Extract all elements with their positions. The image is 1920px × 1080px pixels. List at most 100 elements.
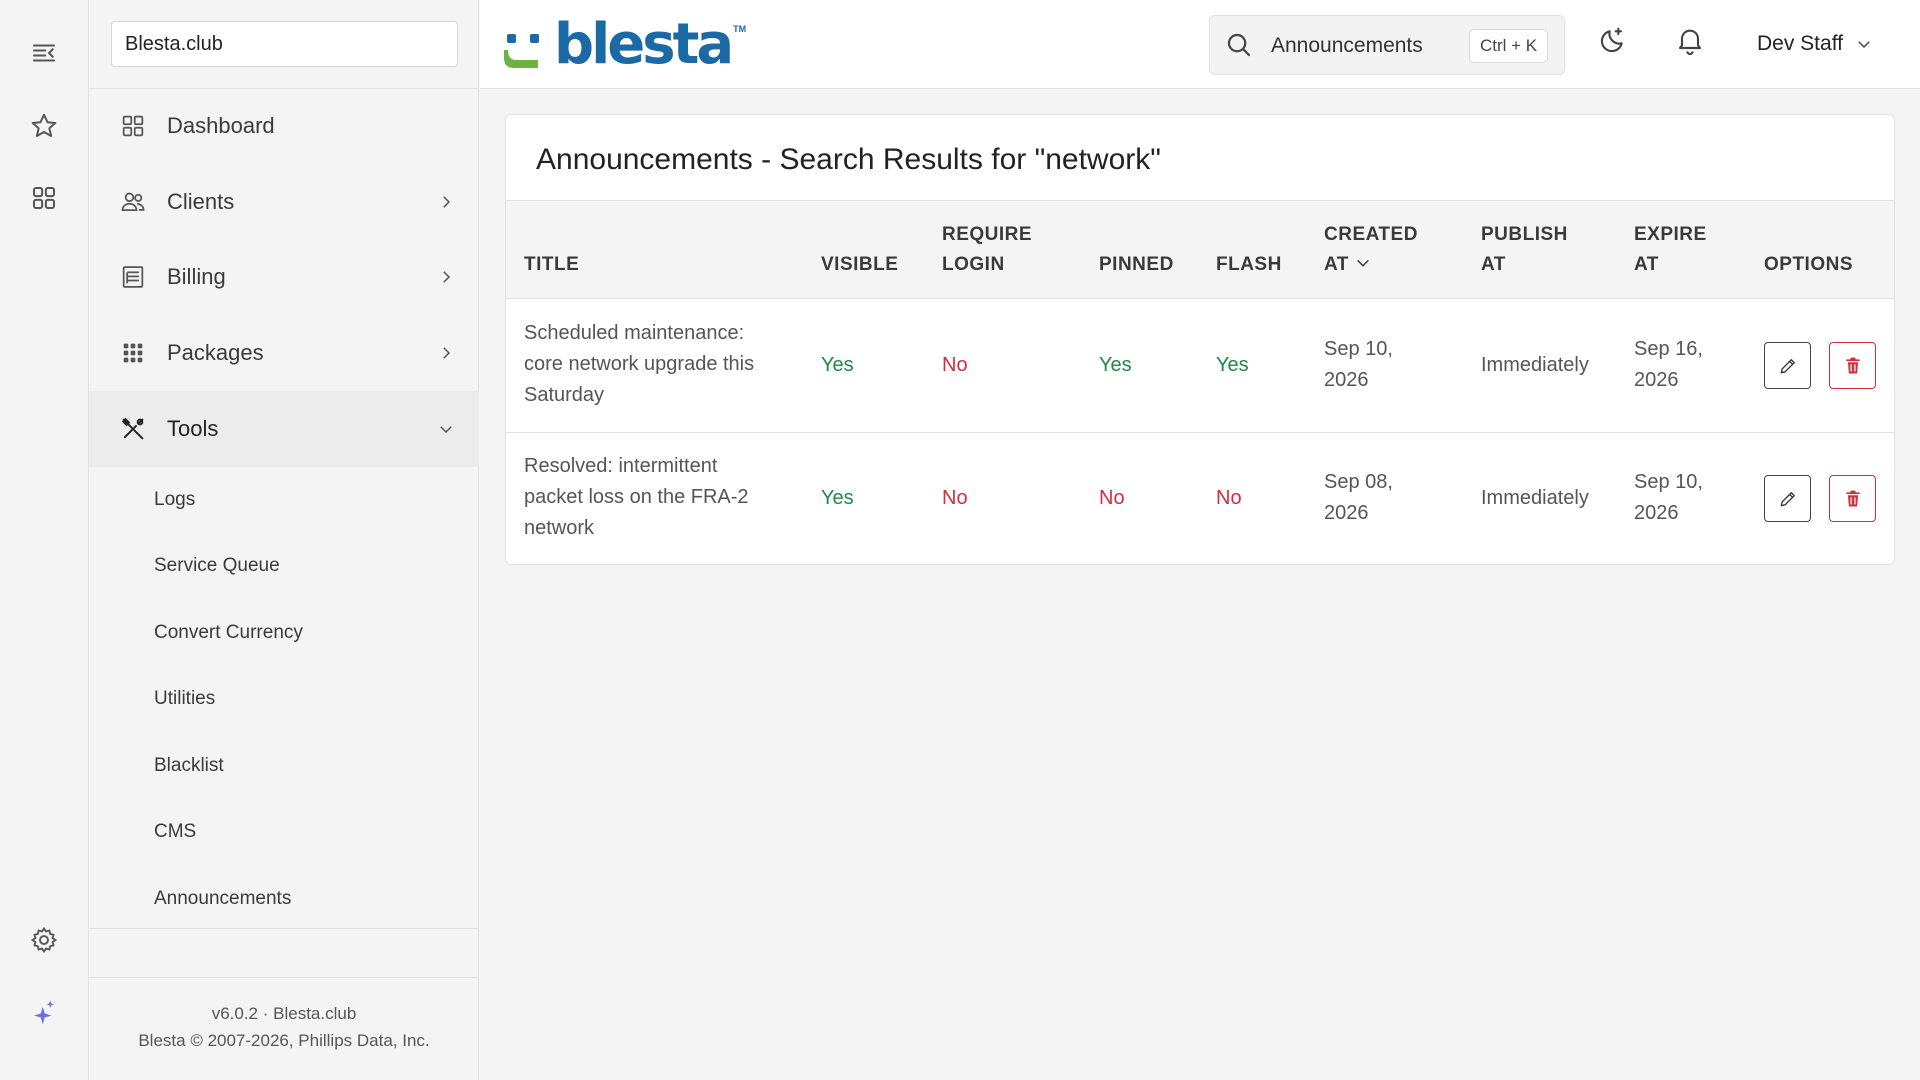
chevron-right-icon <box>437 344 455 362</box>
sidebar-subitem-convert-currency[interactable]: Convert Currency <box>89 600 479 666</box>
sidebar-divider <box>89 928 479 929</box>
sidebar-subitem-label: Logs <box>154 489 196 510</box>
sidebar-subitem-blacklist[interactable]: Blacklist <box>89 733 479 799</box>
sidebar-item-label: Tools <box>167 416 219 441</box>
col-visible: Visible <box>821 254 899 275</box>
expire-line: Sep 10, <box>1634 471 1703 493</box>
dashboard-icon <box>119 112 147 140</box>
global-search[interactable]: Announcements Ctrl + K <box>1209 15 1565 75</box>
billing-icon <box>119 263 147 291</box>
sidebar-item-label: Clients <box>167 189 235 214</box>
icon-rail <box>0 0 89 1080</box>
col-require-login-line2: Login <box>942 254 1005 275</box>
sidebar-item-label: Billing <box>167 264 226 289</box>
star-icon[interactable] <box>22 104 66 148</box>
sidebar-subitem-announcements[interactable]: Announcements <box>89 866 479 932</box>
visible-value: Yes <box>821 487 854 509</box>
announcement-title[interactable]: Resolved: intermittent packet loss on th… <box>524 451 749 544</box>
version-text: v6.0.2 · Blesta.club <box>211 1004 357 1023</box>
col-expire-line1: Expire <box>1634 224 1707 245</box>
title-line: Saturday <box>524 384 605 406</box>
sidebar-subitem-label: Announcements <box>154 888 292 909</box>
col-publish-line2: At <box>1481 254 1506 275</box>
edit-button[interactable] <box>1764 475 1811 522</box>
user-menu[interactable]: Dev Staff <box>1757 28 1873 60</box>
col-require-login: Require Login <box>942 220 1032 280</box>
page-title: Announcements - Search Results for "netw… <box>536 143 1161 176</box>
logo-smile-icon <box>504 34 539 68</box>
table-header: Title Visible Require Login Pinned Flash… <box>506 200 1894 299</box>
edit-button[interactable] <box>1764 342 1811 389</box>
sidebar-divider <box>89 977 479 978</box>
visible-value: Yes <box>821 354 854 376</box>
blesta-logo[interactable]: blesta TM <box>504 16 746 74</box>
created-at-value: Sep 10, 2026 <box>1324 334 1393 396</box>
publish-at-value: Immediately <box>1481 354 1589 376</box>
sidebar-item-dashboard[interactable]: Dashboard <box>89 88 479 164</box>
col-options: Options <box>1764 254 1854 275</box>
sidebar-item-packages[interactable]: Packages <box>89 315 479 391</box>
require-login-value: No <box>942 354 968 376</box>
expire-at-value: Sep 16, 2026 <box>1634 334 1703 396</box>
dark-mode-icon[interactable] <box>1595 22 1631 58</box>
sidebar-subitem-label: Convert Currency <box>154 622 303 643</box>
search-shortcut-badge: Ctrl + K <box>1469 29 1549 63</box>
logo-trademark: TM <box>733 24 747 34</box>
sort-desc-icon <box>1357 259 1369 267</box>
col-require-login-line1: Require <box>942 224 1033 245</box>
sidebar-item-label: Packages <box>167 340 264 365</box>
col-publish-at: Publish At <box>1481 220 1568 280</box>
col-created-line2: At <box>1324 254 1349 275</box>
sidebar-subitem-utilities[interactable]: Utilities <box>89 666 479 732</box>
sidebar-subitem-label: Blacklist <box>154 755 224 776</box>
col-title: Title <box>524 254 580 275</box>
chevron-down-icon <box>437 420 455 438</box>
sidebar-subitem-logs[interactable]: Logs <box>89 467 479 533</box>
pinned-value: No <box>1099 487 1125 509</box>
announcements-panel: Announcements - Search Results for "netw… <box>505 114 1895 565</box>
delete-button[interactable] <box>1829 475 1876 522</box>
col-expire-at: Expire At <box>1634 220 1707 280</box>
announcement-title[interactable]: Scheduled maintenance: core network upgr… <box>524 318 754 411</box>
sparkle-icon[interactable] <box>22 991 66 1035</box>
col-expire-line2: At <box>1634 254 1659 275</box>
search-icon <box>1224 30 1254 60</box>
copyright-text: Blesta © 2007-2026, Phillips Data, Inc. <box>138 1031 430 1050</box>
flash-value: No <box>1216 487 1242 509</box>
title-line: Resolved: intermittent <box>524 455 718 477</box>
expire-line: 2026 <box>1634 502 1679 524</box>
trash-icon <box>1845 357 1860 373</box>
delete-button[interactable] <box>1829 342 1876 389</box>
sidebar-item-billing[interactable]: Billing <box>89 239 479 315</box>
title-line: core network upgrade this <box>524 353 755 375</box>
users-icon <box>119 188 147 216</box>
created-line: 2026 <box>1324 502 1369 524</box>
trash-icon <box>1845 490 1860 506</box>
sidebar: Blesta.club Dashboard Clients Billing Pa… <box>89 0 479 1080</box>
sidebar-subitem-cms[interactable]: CMS <box>89 799 479 865</box>
grid-icon[interactable] <box>22 176 66 220</box>
pinned-value: Yes <box>1099 354 1132 376</box>
company-selector[interactable]: Blesta.club <box>111 21 458 67</box>
flash-value: Yes <box>1216 354 1249 376</box>
title-line: Scheduled maintenance: <box>524 322 745 344</box>
sidebar-item-clients[interactable]: Clients <box>89 164 479 240</box>
sidebar-item-tools[interactable]: Tools <box>89 391 479 467</box>
pencil-icon <box>1780 358 1795 373</box>
search-value: Announcements <box>1271 34 1423 57</box>
menu-collapse-icon[interactable] <box>22 31 66 75</box>
sidebar-subitem-service-queue[interactable]: Service Queue <box>89 533 479 599</box>
expire-line: 2026 <box>1634 369 1679 391</box>
col-flash: Flash <box>1216 254 1282 275</box>
user-name: Dev Staff <box>1757 32 1843 55</box>
col-publish-line1: Publish <box>1481 224 1568 245</box>
col-created-at[interactable]: Created At <box>1324 220 1418 280</box>
chevron-down-icon <box>1858 41 1870 49</box>
gear-icon[interactable] <box>22 918 66 962</box>
title-line: packet loss on the FRA-2 <box>524 486 749 508</box>
bell-icon[interactable] <box>1672 22 1708 58</box>
chevron-right-icon <box>437 268 455 286</box>
sidebar-subitem-label: Utilities <box>154 688 216 709</box>
top-header: blesta TM Announcements Ctrl + K Dev Sta… <box>480 0 1920 89</box>
expire-at-value: Sep 10, 2026 <box>1634 467 1703 529</box>
